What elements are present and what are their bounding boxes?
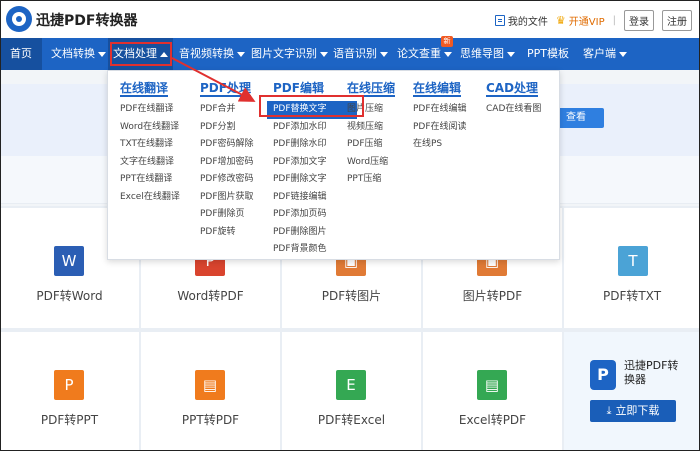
annotation-arrow-icon	[171, 57, 256, 102]
